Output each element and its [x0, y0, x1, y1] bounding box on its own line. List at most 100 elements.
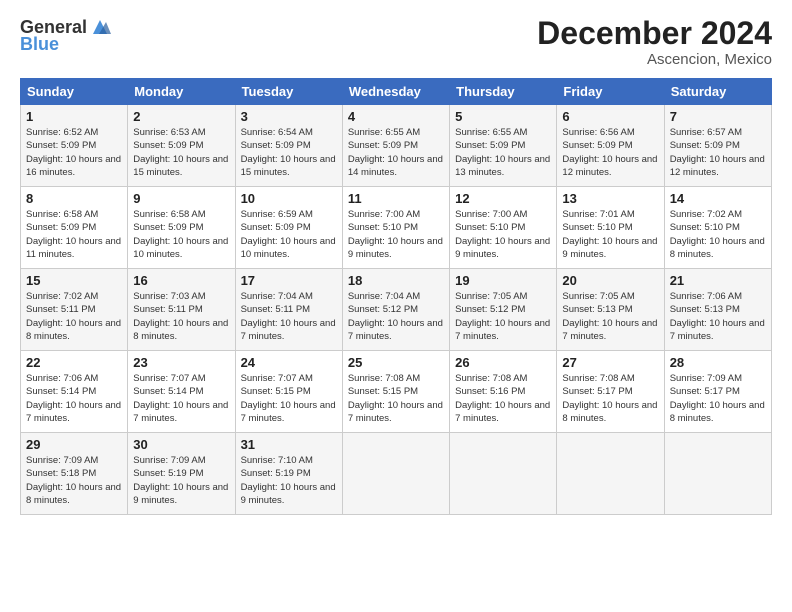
table-row: 29 Sunrise: 7:09 AM Sunset: 5:18 PM Dayl…: [21, 433, 128, 515]
day-info: Sunrise: 6:58 AM Sunset: 5:09 PM Dayligh…: [133, 208, 229, 261]
day-info: Sunrise: 7:04 AM Sunset: 5:11 PM Dayligh…: [241, 290, 337, 343]
day-number: 4: [348, 109, 444, 124]
day-number: 7: [670, 109, 766, 124]
day-info: Sunrise: 7:01 AM Sunset: 5:10 PM Dayligh…: [562, 208, 658, 261]
table-row: 9 Sunrise: 6:58 AM Sunset: 5:09 PM Dayli…: [128, 187, 235, 269]
header-monday: Monday: [128, 79, 235, 105]
location: Ascencion, Mexico: [537, 51, 772, 68]
table-row: 16 Sunrise: 7:03 AM Sunset: 5:11 PM Dayl…: [128, 269, 235, 351]
day-info: Sunrise: 7:05 AM Sunset: 5:12 PM Dayligh…: [455, 290, 551, 343]
header: General Blue December 2024 Ascencion, Me…: [20, 16, 772, 68]
day-info: Sunrise: 6:59 AM Sunset: 5:09 PM Dayligh…: [241, 208, 337, 261]
day-info: Sunrise: 6:53 AM Sunset: 5:09 PM Dayligh…: [133, 126, 229, 179]
month-title: December 2024: [537, 16, 772, 51]
table-row: 14 Sunrise: 7:02 AM Sunset: 5:10 PM Dayl…: [664, 187, 771, 269]
table-row: 23 Sunrise: 7:07 AM Sunset: 5:14 PM Dayl…: [128, 351, 235, 433]
table-row: 19 Sunrise: 7:05 AM Sunset: 5:12 PM Dayl…: [450, 269, 557, 351]
table-row: 8 Sunrise: 6:58 AM Sunset: 5:09 PM Dayli…: [21, 187, 128, 269]
table-row: 1 Sunrise: 6:52 AM Sunset: 5:09 PM Dayli…: [21, 105, 128, 187]
table-row: 17 Sunrise: 7:04 AM Sunset: 5:11 PM Dayl…: [235, 269, 342, 351]
header-sunday: Sunday: [21, 79, 128, 105]
day-number: 30: [133, 437, 229, 452]
table-row: 24 Sunrise: 7:07 AM Sunset: 5:15 PM Dayl…: [235, 351, 342, 433]
table-row: 25 Sunrise: 7:08 AM Sunset: 5:15 PM Dayl…: [342, 351, 449, 433]
day-info: Sunrise: 7:02 AM Sunset: 5:10 PM Dayligh…: [670, 208, 766, 261]
day-number: 20: [562, 273, 658, 288]
day-number: 12: [455, 191, 551, 206]
day-info: Sunrise: 7:00 AM Sunset: 5:10 PM Dayligh…: [455, 208, 551, 261]
header-thursday: Thursday: [450, 79, 557, 105]
day-number: 13: [562, 191, 658, 206]
day-number: 26: [455, 355, 551, 370]
day-info: Sunrise: 7:10 AM Sunset: 5:19 PM Dayligh…: [241, 454, 337, 507]
day-info: Sunrise: 7:09 AM Sunset: 5:17 PM Dayligh…: [670, 372, 766, 425]
day-number: 15: [26, 273, 122, 288]
day-info: Sunrise: 7:00 AM Sunset: 5:10 PM Dayligh…: [348, 208, 444, 261]
weekday-header-row: Sunday Monday Tuesday Wednesday Thursday…: [21, 79, 772, 105]
day-info: Sunrise: 6:52 AM Sunset: 5:09 PM Dayligh…: [26, 126, 122, 179]
day-number: 24: [241, 355, 337, 370]
logo-icon: [89, 16, 111, 38]
day-number: 10: [241, 191, 337, 206]
day-number: 2: [133, 109, 229, 124]
day-info: Sunrise: 7:06 AM Sunset: 5:13 PM Dayligh…: [670, 290, 766, 343]
day-info: Sunrise: 7:08 AM Sunset: 5:15 PM Dayligh…: [348, 372, 444, 425]
calendar-week-3: 15 Sunrise: 7:02 AM Sunset: 5:11 PM Dayl…: [21, 269, 772, 351]
header-tuesday: Tuesday: [235, 79, 342, 105]
day-number: 3: [241, 109, 337, 124]
day-number: 31: [241, 437, 337, 452]
table-row: 3 Sunrise: 6:54 AM Sunset: 5:09 PM Dayli…: [235, 105, 342, 187]
day-info: Sunrise: 7:08 AM Sunset: 5:16 PM Dayligh…: [455, 372, 551, 425]
table-row: 11 Sunrise: 7:00 AM Sunset: 5:10 PM Dayl…: [342, 187, 449, 269]
logo: General Blue: [20, 16, 111, 55]
day-number: 5: [455, 109, 551, 124]
day-number: 8: [26, 191, 122, 206]
page: General Blue December 2024 Ascencion, Me…: [0, 0, 792, 527]
day-info: Sunrise: 7:09 AM Sunset: 5:19 PM Dayligh…: [133, 454, 229, 507]
day-info: Sunrise: 6:55 AM Sunset: 5:09 PM Dayligh…: [455, 126, 551, 179]
table-row: [342, 433, 449, 515]
day-number: 23: [133, 355, 229, 370]
header-wednesday: Wednesday: [342, 79, 449, 105]
table-row: 28 Sunrise: 7:09 AM Sunset: 5:17 PM Dayl…: [664, 351, 771, 433]
day-number: 19: [455, 273, 551, 288]
table-row: 15 Sunrise: 7:02 AM Sunset: 5:11 PM Dayl…: [21, 269, 128, 351]
day-info: Sunrise: 7:08 AM Sunset: 5:17 PM Dayligh…: [562, 372, 658, 425]
table-row: 30 Sunrise: 7:09 AM Sunset: 5:19 PM Dayl…: [128, 433, 235, 515]
table-row: 12 Sunrise: 7:00 AM Sunset: 5:10 PM Dayl…: [450, 187, 557, 269]
day-number: 6: [562, 109, 658, 124]
table-row: 20 Sunrise: 7:05 AM Sunset: 5:13 PM Dayl…: [557, 269, 664, 351]
logo-blue: Blue: [20, 34, 59, 55]
table-row: 13 Sunrise: 7:01 AM Sunset: 5:10 PM Dayl…: [557, 187, 664, 269]
table-row: [450, 433, 557, 515]
table-row: 31 Sunrise: 7:10 AM Sunset: 5:19 PM Dayl…: [235, 433, 342, 515]
table-row: 2 Sunrise: 6:53 AM Sunset: 5:09 PM Dayli…: [128, 105, 235, 187]
calendar-week-1: 1 Sunrise: 6:52 AM Sunset: 5:09 PM Dayli…: [21, 105, 772, 187]
day-number: 14: [670, 191, 766, 206]
calendar-week-4: 22 Sunrise: 7:06 AM Sunset: 5:14 PM Dayl…: [21, 351, 772, 433]
day-info: Sunrise: 6:57 AM Sunset: 5:09 PM Dayligh…: [670, 126, 766, 179]
table-row: 22 Sunrise: 7:06 AM Sunset: 5:14 PM Dayl…: [21, 351, 128, 433]
day-number: 27: [562, 355, 658, 370]
day-info: Sunrise: 6:56 AM Sunset: 5:09 PM Dayligh…: [562, 126, 658, 179]
table-row: 26 Sunrise: 7:08 AM Sunset: 5:16 PM Dayl…: [450, 351, 557, 433]
calendar-week-2: 8 Sunrise: 6:58 AM Sunset: 5:09 PM Dayli…: [21, 187, 772, 269]
day-number: 16: [133, 273, 229, 288]
table-row: 18 Sunrise: 7:04 AM Sunset: 5:12 PM Dayl…: [342, 269, 449, 351]
day-number: 22: [26, 355, 122, 370]
day-info: Sunrise: 7:04 AM Sunset: 5:12 PM Dayligh…: [348, 290, 444, 343]
table-row: 7 Sunrise: 6:57 AM Sunset: 5:09 PM Dayli…: [664, 105, 771, 187]
table-row: 5 Sunrise: 6:55 AM Sunset: 5:09 PM Dayli…: [450, 105, 557, 187]
header-friday: Friday: [557, 79, 664, 105]
day-info: Sunrise: 7:05 AM Sunset: 5:13 PM Dayligh…: [562, 290, 658, 343]
table-row: [557, 433, 664, 515]
table-row: 21 Sunrise: 7:06 AM Sunset: 5:13 PM Dayl…: [664, 269, 771, 351]
day-info: Sunrise: 6:55 AM Sunset: 5:09 PM Dayligh…: [348, 126, 444, 179]
day-number: 29: [26, 437, 122, 452]
day-number: 11: [348, 191, 444, 206]
table-row: [664, 433, 771, 515]
day-info: Sunrise: 7:06 AM Sunset: 5:14 PM Dayligh…: [26, 372, 122, 425]
day-number: 21: [670, 273, 766, 288]
day-info: Sunrise: 7:07 AM Sunset: 5:15 PM Dayligh…: [241, 372, 337, 425]
day-info: Sunrise: 7:03 AM Sunset: 5:11 PM Dayligh…: [133, 290, 229, 343]
